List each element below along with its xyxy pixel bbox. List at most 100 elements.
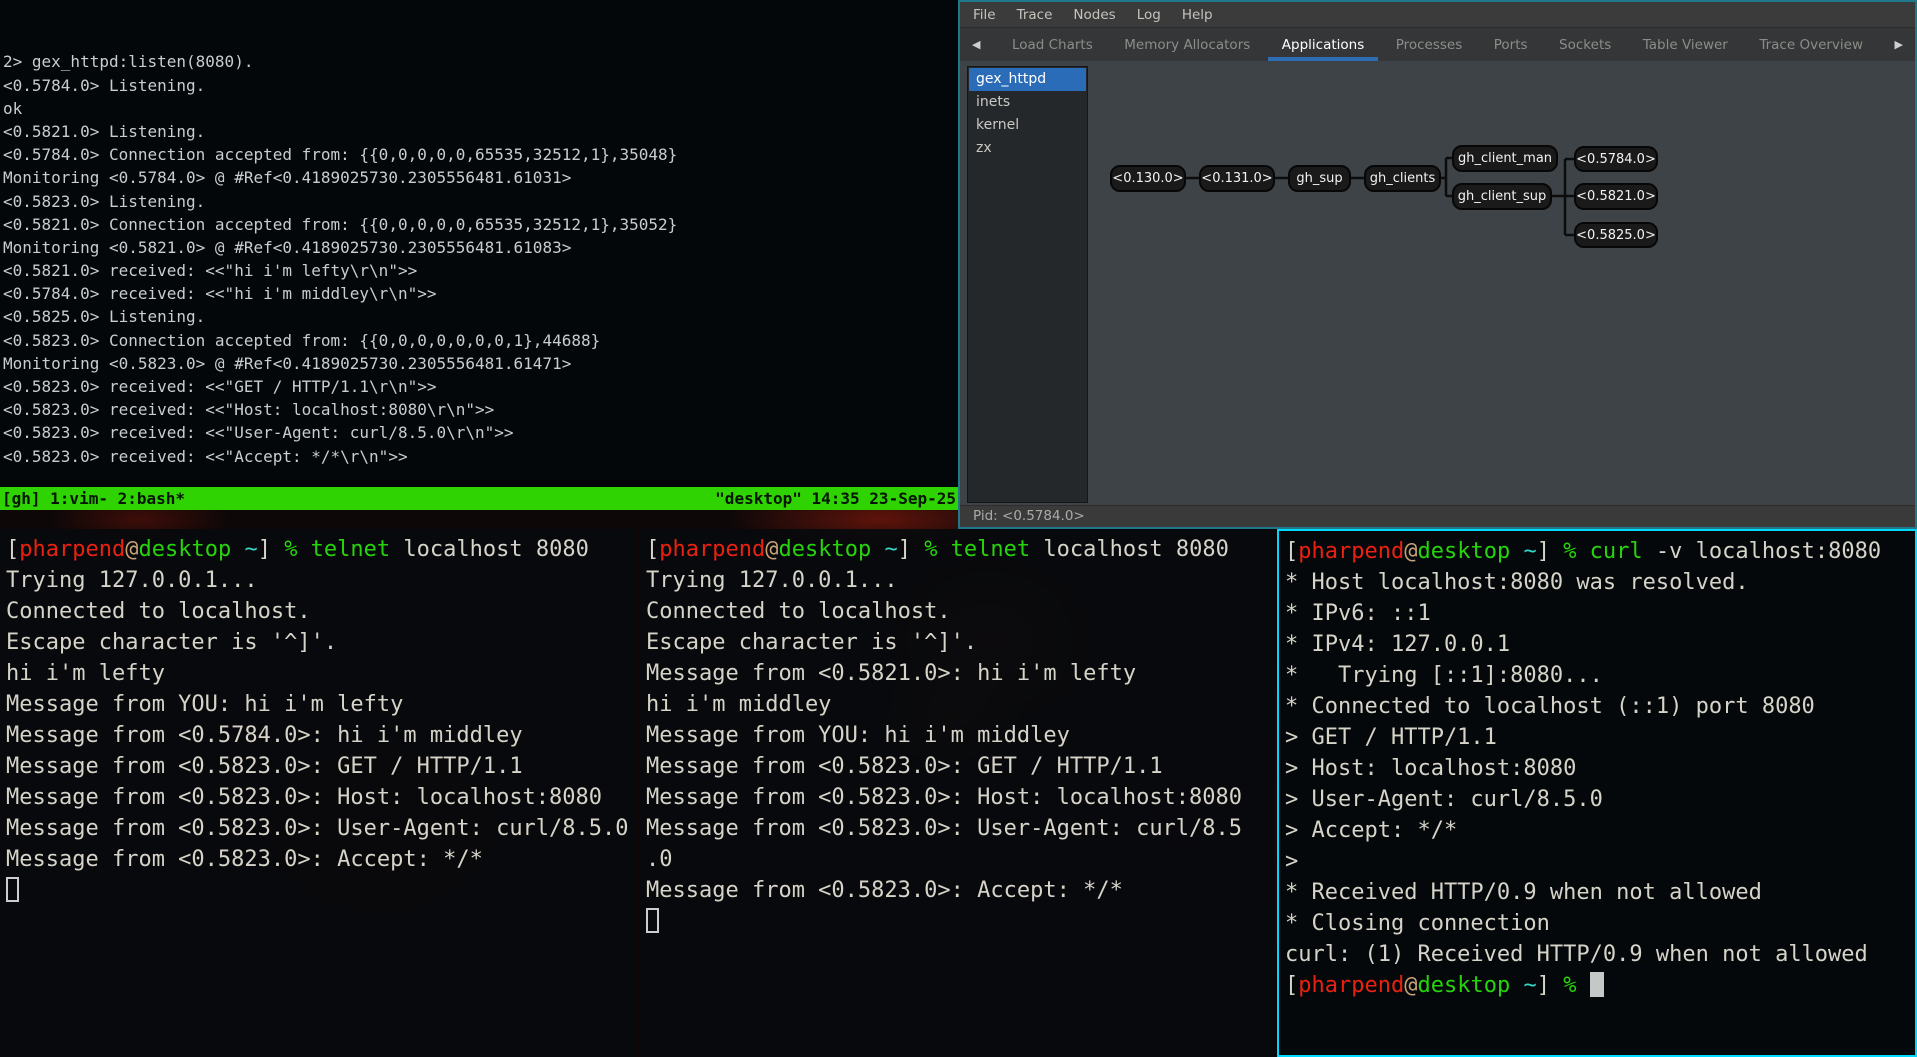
- terminal-pane-curl-focused[interactable]: [pharpend@desktop ~] % curl -v localhost…: [1277, 529, 1917, 1057]
- terminal-line: hi i'm lefty: [6, 658, 636, 689]
- terminal-line: Trying 127.0.0.1...: [646, 565, 1274, 596]
- observer-applications-panel: gex_httpdinetskernelzx <0.130.0><0.131.0…: [960, 62, 1915, 505]
- terminal-line: <0.5823.0> received: <<"User-Agent: curl…: [3, 421, 958, 444]
- tree-node-gh-sup[interactable]: gh_sup: [1288, 165, 1351, 192]
- terminal-line: [646, 906, 1274, 937]
- terminal-pane-telnet-lefty[interactable]: [pharpend@desktop ~] % telnet localhost …: [0, 529, 636, 1057]
- terminal-line: Trying 127.0.0.1...: [6, 565, 636, 596]
- selected-pid-label: Pid: <0.5784.0>: [973, 508, 1085, 524]
- tree-node-0-130-0[interactable]: <0.130.0>: [1110, 165, 1186, 192]
- terminal-line: <0.5823.0> received: <<"GET / HTTP/1.1\r…: [3, 375, 958, 398]
- terminal-line: Message from <0.5823.0>: Host: localhost…: [646, 782, 1274, 813]
- desktop: 2> gex_httpd:listen(8080).<0.5784.0> Lis…: [0, 0, 1917, 1057]
- terminal-line: Escape character is '^]'.: [6, 627, 636, 658]
- erlang-shell-output: 2> gex_httpd:listen(8080).<0.5784.0> Lis…: [3, 50, 958, 467]
- terminal-line: [6, 875, 636, 906]
- terminal-line: .0: [646, 844, 1274, 875]
- terminal-line: <0.5825.0> Listening.: [3, 305, 958, 328]
- terminal-line: Monitoring <0.5821.0> @ #Ref<0.418902573…: [3, 236, 958, 259]
- terminal-line: >: [1285, 846, 1915, 877]
- tab-sockets[interactable]: Sockets: [1559, 28, 1611, 61]
- terminal-line: <0.5823.0> Connection accepted from: {{0…: [3, 329, 958, 352]
- terminal-line: Message from <0.5823.0>: GET / HTTP/1.1: [6, 751, 636, 782]
- terminal-line: [pharpend@desktop ~] % curl -v localhost…: [1285, 536, 1915, 567]
- observer-window: File Trace Nodes Log Help ◀ Load Charts Memor…: [958, 0, 1917, 529]
- tab-ports[interactable]: Ports: [1494, 28, 1528, 61]
- menu-item-file[interactable]: File: [973, 7, 996, 23]
- terminal-line: > GET / HTTP/1.1: [1285, 722, 1915, 753]
- erlang-shell-terminal[interactable]: 2> gex_httpd:listen(8080).<0.5784.0> Lis…: [0, 0, 958, 487]
- tree-node-0-131-0[interactable]: <0.131.0>: [1199, 165, 1275, 192]
- tab-applications[interactable]: Applications: [1282, 28, 1364, 61]
- terminal-line: * IPv4: 127.0.0.1: [1285, 629, 1915, 660]
- terminal-line: > Accept: */*: [1285, 815, 1915, 846]
- terminal-line: <0.5784.0> Connection accepted from: {{0…: [3, 143, 958, 166]
- tab-memory-allocators[interactable]: Memory Allocators: [1124, 28, 1250, 61]
- tab-load-charts[interactable]: Load Charts: [1012, 28, 1093, 61]
- terminal-line: * Connected to localhost (::1) port 8080: [1285, 691, 1915, 722]
- terminal-line: Message from <0.5823.0>: Accept: */*: [646, 875, 1274, 906]
- tree-node-gh-clients[interactable]: gh_clients: [1364, 165, 1441, 192]
- terminal-pane-telnet-middley[interactable]: [pharpend@desktop ~] % telnet localhost …: [640, 529, 1274, 1057]
- terminal-line: Message from <0.5823.0>: GET / HTTP/1.1: [646, 751, 1274, 782]
- tab-scroll-left-icon[interactable]: ◀: [972, 28, 980, 61]
- terminal-line: * Closing connection: [1285, 908, 1915, 939]
- terminal-line: [pharpend@desktop ~] % telnet localhost …: [646, 534, 1274, 565]
- terminal-line: ok: [3, 97, 958, 120]
- terminal-line: Connected to localhost.: [646, 596, 1274, 627]
- observer-tabbar: ◀ Load Charts Memory Allocators Applicatio…: [960, 27, 1915, 61]
- terminal-line: Message from <0.5821.0>: hi i'm lefty: [646, 658, 1274, 689]
- menu-item-help[interactable]: Help: [1182, 7, 1213, 23]
- tmux-host-clock: "desktop" 14:35 23-Sep-25: [715, 489, 956, 508]
- terminal-line: > User-Agent: curl/8.5.0: [1285, 784, 1915, 815]
- terminal-line: <0.5823.0> received: <<"Host: localhost:…: [3, 398, 958, 421]
- tab-scroll-right-icon[interactable]: ▶: [1895, 28, 1903, 61]
- terminal-line: <0.5823.0> Listening.: [3, 190, 958, 213]
- terminal-line: * Host localhost:8080 was resolved.: [1285, 567, 1915, 598]
- terminal-line: [pharpend@desktop ~] % telnet localhost …: [6, 534, 636, 565]
- terminal-line: Message from YOU: hi i'm middley: [646, 720, 1274, 751]
- observer-menubar: File Trace Nodes Log Help: [960, 2, 1915, 27]
- terminal-line: Message from <0.5823.0>: Host: localhost…: [6, 782, 636, 813]
- terminal-line: Connected to localhost.: [6, 596, 636, 627]
- terminal-line: <0.5821.0> Listening.: [3, 120, 958, 143]
- terminal-line: hi i'm middley: [646, 689, 1274, 720]
- terminal-line: <0.5821.0> received: <<"hi i'm lefty\r\n…: [3, 259, 958, 282]
- terminal-line: Message from YOU: hi i'm lefty: [6, 689, 636, 720]
- menu-item-nodes[interactable]: Nodes: [1073, 7, 1115, 23]
- terminal-line: [pharpend@desktop ~] %: [1285, 970, 1915, 1001]
- terminal-line: <0.5823.0> received: <<"Accept: */*\r\n"…: [3, 445, 958, 468]
- tab-trace-overview[interactable]: Trace Overview: [1759, 28, 1863, 61]
- observer-status-bar: Pid: <0.5784.0>: [960, 505, 1915, 527]
- menu-item-log[interactable]: Log: [1137, 7, 1161, 23]
- terminal-line: curl: (1) Received HTTP/0.9 when not all…: [1285, 939, 1915, 970]
- terminal-line: Message from <0.5823.0>: User-Agent: cur…: [646, 813, 1274, 844]
- terminal-line: <0.5821.0> Connection accepted from: {{0…: [3, 213, 958, 236]
- terminal-line: Message from <0.5823.0>: Accept: */*: [6, 844, 636, 875]
- terminal-line: <0.5784.0> Listening.: [3, 74, 958, 97]
- menu-item-trace[interactable]: Trace: [1017, 7, 1053, 23]
- terminal-line: 2> gex_httpd:listen(8080).: [3, 50, 958, 73]
- terminal-line: <0.5784.0> received: <<"hi i'm middley\r…: [3, 282, 958, 305]
- terminal-cursor-solid: [1590, 972, 1604, 997]
- tmux-status-bar: [gh] 1:vim- 2:bash* "desktop" 14:35 23-S…: [0, 487, 958, 510]
- tree-node-0-5821-0[interactable]: <0.5821.0>: [1574, 183, 1658, 210]
- terminal-cursor-hollow: [6, 877, 19, 902]
- supervision-tree-diagram: <0.130.0> <0.131.0> gh_sup gh_clients gh_cli…: [960, 62, 1915, 505]
- tab-processes[interactable]: Processes: [1396, 28, 1463, 61]
- tree-connector-lines: [960, 62, 1915, 509]
- tree-node-0-5825-0[interactable]: <0.5825.0>: [1574, 222, 1658, 248]
- terminal-line: Message from <0.5823.0>: User-Agent: cur…: [6, 813, 636, 844]
- terminal-line: Monitoring <0.5823.0> @ #Ref<0.418902573…: [3, 352, 958, 375]
- tree-node-gh-client-man[interactable]: gh_client_man: [1452, 145, 1558, 172]
- terminal-line: > Host: localhost:8080: [1285, 753, 1915, 784]
- terminal-line: * Trying [::1]:8080...: [1285, 660, 1915, 691]
- tree-node-gh-client-sup[interactable]: gh_client_sup: [1452, 183, 1552, 210]
- terminal-line: * Received HTTP/0.9 when not allowed: [1285, 877, 1915, 908]
- terminal-line: Monitoring <0.5784.0> @ #Ref<0.418902573…: [3, 166, 958, 189]
- tmux-session-windows: [gh] 1:vim- 2:bash*: [2, 489, 185, 508]
- tab-table-viewer[interactable]: Table Viewer: [1643, 28, 1728, 61]
- terminal-line: Escape character is '^]'.: [646, 627, 1274, 658]
- tree-node-0-5784-0[interactable]: <0.5784.0>: [1574, 146, 1658, 172]
- terminal-line: * IPv6: ::1: [1285, 598, 1915, 629]
